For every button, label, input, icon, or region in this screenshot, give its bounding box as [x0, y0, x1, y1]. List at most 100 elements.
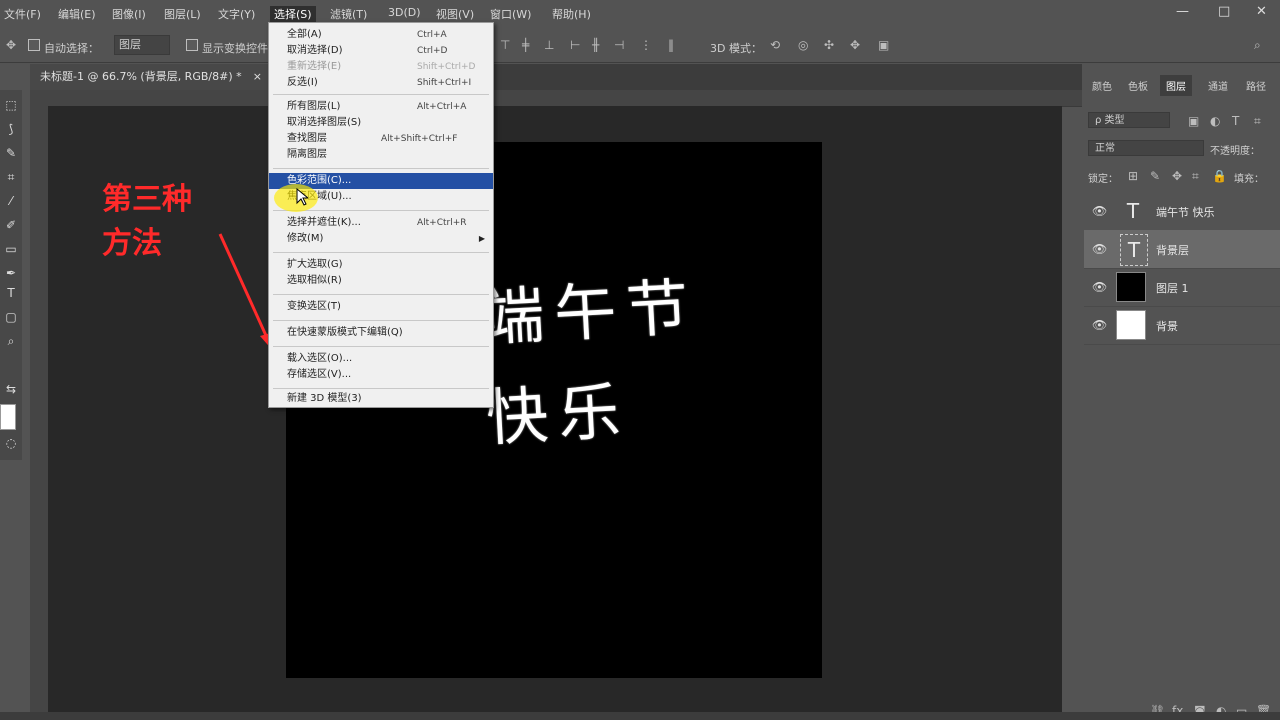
layer-row[interactable]: 👁 T 端午节 快乐: [1084, 192, 1280, 231]
eraser-tool-icon[interactable]: ▭: [4, 242, 18, 256]
menu-item-deselect-layers[interactable]: 取消选择图层(S): [269, 115, 493, 131]
vertical-ruler: [30, 90, 48, 712]
align-left-icon[interactable]: ⊢: [570, 38, 580, 52]
layers-panel: 颜色 色板 图层 通道 路径 ρ 类型 ▣ ◐ T ⌗ 正常 不透明度： 锁定：…: [1084, 74, 1280, 720]
brush-tool-icon[interactable]: ✐: [4, 218, 18, 232]
filter-type-icon[interactable]: T: [1232, 114, 1239, 128]
menu-window[interactable]: 窗口(W): [490, 6, 531, 22]
3d-roll-icon[interactable]: ◎: [798, 38, 808, 52]
pen-tool-icon[interactable]: ✒: [4, 266, 18, 280]
menu-item-transform-selection[interactable]: 变换选区(T): [269, 299, 493, 315]
menu-item-quick-mask[interactable]: 在快速蒙版模式下编辑(Q): [269, 325, 493, 341]
document-tab[interactable]: 未标题-1 @ 66.7% (背景层, RGB/8#) * ×: [30, 64, 270, 90]
close-button[interactable]: ✕: [1256, 4, 1267, 19]
menu-item-inverse[interactable]: 反选(I) Shift+Ctrl+I: [269, 75, 493, 91]
type-tool-icon[interactable]: T: [4, 286, 18, 300]
tab-color[interactable]: 颜色: [1092, 78, 1112, 93]
tab-channels[interactable]: 通道: [1208, 78, 1228, 93]
foreground-color-swatch[interactable]: [0, 404, 16, 430]
layer-row[interactable]: 👁 T 背景层: [1084, 230, 1280, 269]
auto-select-checkbox[interactable]: [28, 39, 40, 51]
tab-swatches[interactable]: 色板: [1128, 78, 1148, 93]
layer-name: 背景层: [1156, 244, 1189, 257]
align-center-icon[interactable]: ╫: [592, 38, 599, 52]
close-tab-icon[interactable]: ×: [253, 64, 262, 90]
layer-name: 图层 1: [1156, 282, 1189, 295]
canvas-text-line2: 快乐: [484, 374, 633, 455]
menu-layer[interactable]: 图层(L): [164, 6, 201, 22]
layer-row[interactable]: 👁 背景: [1084, 306, 1280, 345]
3d-pan-icon[interactable]: ✣: [824, 38, 834, 52]
menu-item-select-all[interactable]: 全部(A) Ctrl+A: [269, 27, 493, 43]
quick-select-tool-icon[interactable]: ✎: [4, 146, 18, 160]
lock-label: 锁定：: [1088, 174, 1118, 185]
align-right-icon[interactable]: ⊣: [614, 38, 624, 52]
visibility-eye-icon[interactable]: 👁: [1092, 242, 1107, 256]
visibility-eye-icon[interactable]: 👁: [1092, 280, 1107, 294]
shape-tool-icon[interactable]: ▢: [4, 310, 18, 324]
3d-slide-icon[interactable]: ✥: [850, 38, 860, 52]
align-top-icon[interactable]: ⊤: [500, 38, 510, 52]
marquee-tool-icon[interactable]: ⬚: [4, 98, 18, 112]
menu-type[interactable]: 文字(Y): [218, 6, 255, 22]
layer-thumbnail: [1116, 310, 1146, 340]
menu-select[interactable]: 选择(S): [270, 6, 316, 22]
lock-pixels-icon[interactable]: ⊞: [1128, 169, 1138, 183]
menu-item-new-3d-model[interactable]: 新建 3D 模型(3): [269, 391, 493, 407]
menu-item-find-layers[interactable]: 查找图层 Alt+Shift+Ctrl+F: [269, 131, 493, 147]
menu-help[interactable]: 帮助(H): [552, 6, 591, 22]
filter-adjust-icon[interactable]: ◐: [1210, 114, 1220, 128]
menu-item-deselect[interactable]: 取消选择(D) Ctrl+D: [269, 43, 493, 59]
layer-row[interactable]: 👁 图层 1: [1084, 268, 1280, 307]
minimize-button[interactable]: —: [1176, 4, 1189, 19]
distribute-icon[interactable]: ⋮: [640, 38, 652, 52]
show-transform-checkbox[interactable]: [186, 39, 198, 51]
maximize-button[interactable]: □: [1218, 4, 1230, 19]
menu-item-similar[interactable]: 选取相似(R): [269, 273, 493, 289]
horizontal-ruler: [48, 90, 1082, 107]
menu-item-isolate-layers[interactable]: 隔离图层: [269, 147, 493, 163]
visibility-eye-icon[interactable]: 👁: [1092, 318, 1107, 332]
menu-3d[interactable]: 3D(D): [388, 6, 421, 19]
menu-filter[interactable]: 滤镜(T): [330, 6, 367, 22]
menu-view[interactable]: 视图(V): [436, 6, 474, 22]
zoom-tool-icon[interactable]: ⌕: [4, 334, 18, 348]
crop-tool-icon[interactable]: ⌗: [4, 170, 18, 184]
layer-filter-dropdown[interactable]: ρ 类型: [1088, 112, 1170, 128]
filter-pixel-icon[interactable]: ▣: [1188, 114, 1199, 128]
menu-bar: 文件(F) 编辑(E) 图像(I) 图层(L) 文字(Y) 选择(S) 滤镜(T…: [0, 0, 1280, 28]
tab-layers[interactable]: 图层: [1160, 75, 1192, 96]
menu-file[interactable]: 文件(F): [4, 6, 41, 22]
distribute-h-icon[interactable]: ‖: [668, 38, 674, 52]
menu-edit[interactable]: 编辑(E): [58, 6, 96, 22]
fill-label: 填充：: [1234, 174, 1264, 185]
3d-rotate-icon[interactable]: ⟲: [770, 38, 780, 52]
filter-shape-icon[interactable]: ⌗: [1254, 114, 1261, 129]
menu-item-save-selection[interactable]: 存储选区(V)...: [269, 367, 493, 383]
lock-paint-icon[interactable]: ✎: [1150, 169, 1160, 183]
swap-colors-icon[interactable]: ⇆: [4, 382, 18, 396]
quick-mask-icon[interactable]: ◌: [4, 436, 18, 450]
lock-artboard-icon[interactable]: ⌗: [1192, 169, 1199, 184]
lock-position-icon[interactable]: ✥: [1172, 169, 1182, 183]
opacity-label: 不透明度：: [1210, 146, 1260, 157]
menu-item-modify[interactable]: 修改(M) ▶: [269, 231, 493, 247]
align-bottom-icon[interactable]: ⊥: [544, 38, 554, 52]
menu-image[interactable]: 图像(I): [112, 6, 146, 22]
menu-item-all-layers[interactable]: 所有图层(L) Alt+Ctrl+A: [269, 99, 493, 115]
eyedropper-tool-icon[interactable]: ⁄: [4, 194, 18, 208]
blend-mode-dropdown[interactable]: 正常: [1088, 140, 1204, 156]
menu-item-grow[interactable]: 扩大选取(G): [269, 257, 493, 273]
lock-all-icon[interactable]: 🔒: [1212, 169, 1227, 183]
menu-item-load-selection[interactable]: 载入选区(O)...: [269, 351, 493, 367]
tab-paths[interactable]: 路径: [1246, 78, 1266, 93]
align-middle-icon[interactable]: ╪: [522, 38, 529, 52]
layer-name: 背景: [1156, 320, 1178, 333]
menu-separator: [273, 294, 489, 295]
3d-scale-icon[interactable]: ▣: [878, 38, 889, 52]
search-icon[interactable]: ⌕: [1254, 38, 1261, 53]
lasso-tool-icon[interactable]: ⟆: [4, 122, 18, 136]
visibility-eye-icon[interactable]: 👁: [1092, 204, 1107, 218]
menu-item-select-and-mask[interactable]: 选择并遮住(K)... Alt+Ctrl+R: [269, 215, 493, 231]
auto-select-dropdown[interactable]: 图层: [114, 35, 170, 55]
